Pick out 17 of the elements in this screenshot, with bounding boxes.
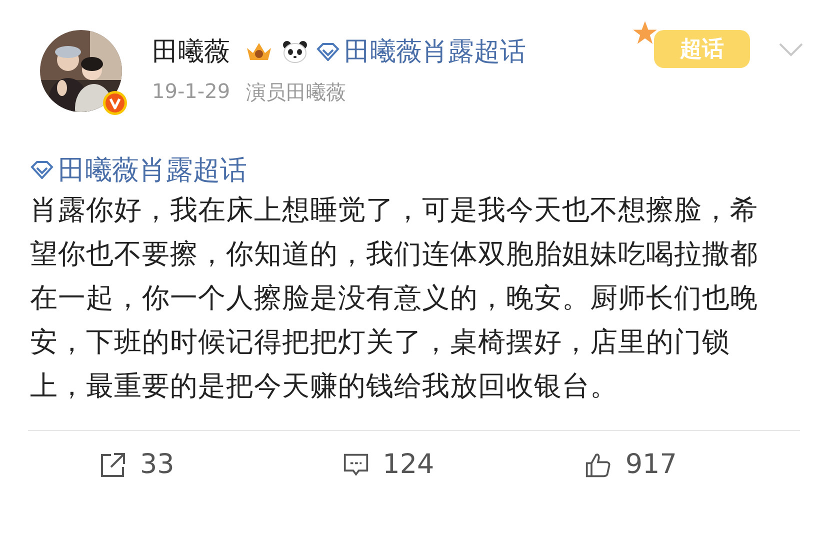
comment-button[interactable]: 124 (342, 449, 586, 480)
star-icon (632, 20, 658, 46)
author-name[interactable]: 田曦薇 (152, 34, 230, 69)
thumbs-up-icon (585, 452, 612, 478)
chevron-down-icon[interactable] (778, 42, 804, 58)
topic-link[interactable]: 田曦薇肖露超话 (316, 34, 526, 69)
like-button[interactable]: 917 (585, 449, 828, 480)
comment-icon (342, 452, 369, 478)
post-text: 肖露你好，我在床上想睡觉了，可是我今天也不想擦脸，希望你也不要擦，你知道的，我们连体双胞胎姐妹吃喝拉撒都在一起，你一个人擦脸是没有意义的，晚安。厨师长们也晚安，下班的时候记得把把灯关了，桌椅摆好，店里的门锁上，最重要的是把今天赚的钱给我放回收银台。 (30, 193, 759, 404)
share-icon (100, 452, 126, 478)
panda-icon (280, 40, 310, 64)
post-source: 演员田曦薇 (246, 79, 346, 106)
topic-link[interactable]: 田曦薇肖露超话 (30, 152, 247, 188)
repost-button[interactable]: 33 (100, 449, 343, 480)
diamond-icon (316, 42, 340, 60)
post-date: 19-1-29 (152, 79, 230, 105)
diamond-icon (30, 161, 54, 179)
